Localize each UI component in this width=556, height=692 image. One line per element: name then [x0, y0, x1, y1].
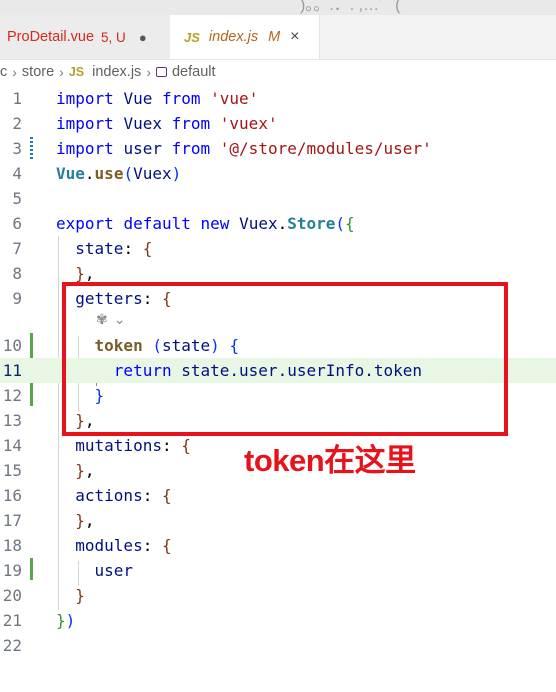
annotation-label: token在这里: [244, 443, 416, 478]
line-number: 22: [2, 636, 22, 655]
code-line: 18 modules: {: [0, 533, 556, 558]
line-number: 2: [12, 114, 22, 133]
code-line: 17 },: [0, 508, 556, 533]
line-number: 6: [12, 214, 22, 233]
line-number: 12: [2, 386, 22, 405]
line-number: 14: [2, 436, 22, 455]
line-number: 7: [12, 239, 22, 258]
breadcrumb-item[interactable]: index.js: [92, 64, 141, 80]
highlight-box: [62, 282, 508, 436]
code-line: 3 import user from '@/store/modules/user': [0, 136, 556, 161]
line-number: 18: [2, 536, 22, 555]
cropped-title-fragment: )。。.．. ,…⌒(: [300, 0, 401, 14]
chevron-right-icon: ›: [146, 64, 151, 80]
code-line: 4 Vue.use(Vuex): [0, 161, 556, 186]
line-number: 8: [12, 264, 22, 283]
code-line: 6 export default new Vuex.Store({: [0, 211, 556, 236]
breadcrumb-item[interactable]: default: [172, 64, 216, 80]
tab-label: index.js: [208, 29, 259, 45]
js-file-icon: JS: [184, 29, 200, 45]
cube-icon: [155, 67, 167, 77]
line-number: 1: [12, 89, 22, 108]
code-line: 19 user: [0, 558, 556, 583]
chevron-right-icon: ›: [59, 64, 64, 80]
unsaved-dot-icon[interactable]: ●: [139, 30, 147, 45]
line-number: 11: [2, 361, 22, 380]
js-file-icon: JS: [68, 65, 85, 79]
tab-prodetail-vue[interactable]: ProDetail.vue 5, U ●: [0, 15, 170, 59]
editor-tab-bar: ProDetail.vue 5, U ● JS index.js M ×: [0, 15, 556, 60]
tab-status: 5, U: [101, 29, 126, 45]
line-number: 15: [2, 461, 22, 480]
code-line: 22: [0, 633, 556, 658]
code-line: 7 state: {: [0, 236, 556, 261]
line-number: 20: [2, 586, 22, 605]
chevron-right-icon: ›: [12, 64, 17, 80]
line-number: 3: [12, 139, 22, 158]
line-number: 16: [2, 486, 22, 505]
breadcrumb-item[interactable]: store: [22, 64, 54, 80]
top-strip: )。。.．. ,…⌒(: [0, 0, 556, 15]
code-line: 5: [0, 186, 556, 211]
breadcrumb: c › store › JS index.js › default: [0, 60, 556, 84]
line-number: 4: [12, 164, 22, 183]
code-line: 1 import Vue from 'vue': [0, 86, 556, 111]
tab-index-js[interactable]: JS index.js M ×: [170, 15, 320, 59]
line-number: 21: [2, 611, 22, 630]
code-line: 16 actions: {: [0, 483, 556, 508]
line-number: 17: [2, 511, 22, 530]
line-number: 9: [12, 289, 22, 308]
code-line: 2 import Vuex from 'vuex': [0, 111, 556, 136]
close-icon[interactable]: ×: [290, 28, 299, 46]
line-number: 19: [2, 561, 22, 580]
code-line: 20 }: [0, 583, 556, 608]
breadcrumb-item[interactable]: c: [0, 64, 7, 80]
tab-label: ProDetail.vue: [7, 29, 95, 45]
line-number: 13: [2, 411, 22, 430]
code-line: 21}): [0, 608, 556, 633]
line-number: 10: [2, 336, 22, 355]
line-number: 5: [12, 189, 22, 208]
tab-status: M: [268, 29, 281, 45]
